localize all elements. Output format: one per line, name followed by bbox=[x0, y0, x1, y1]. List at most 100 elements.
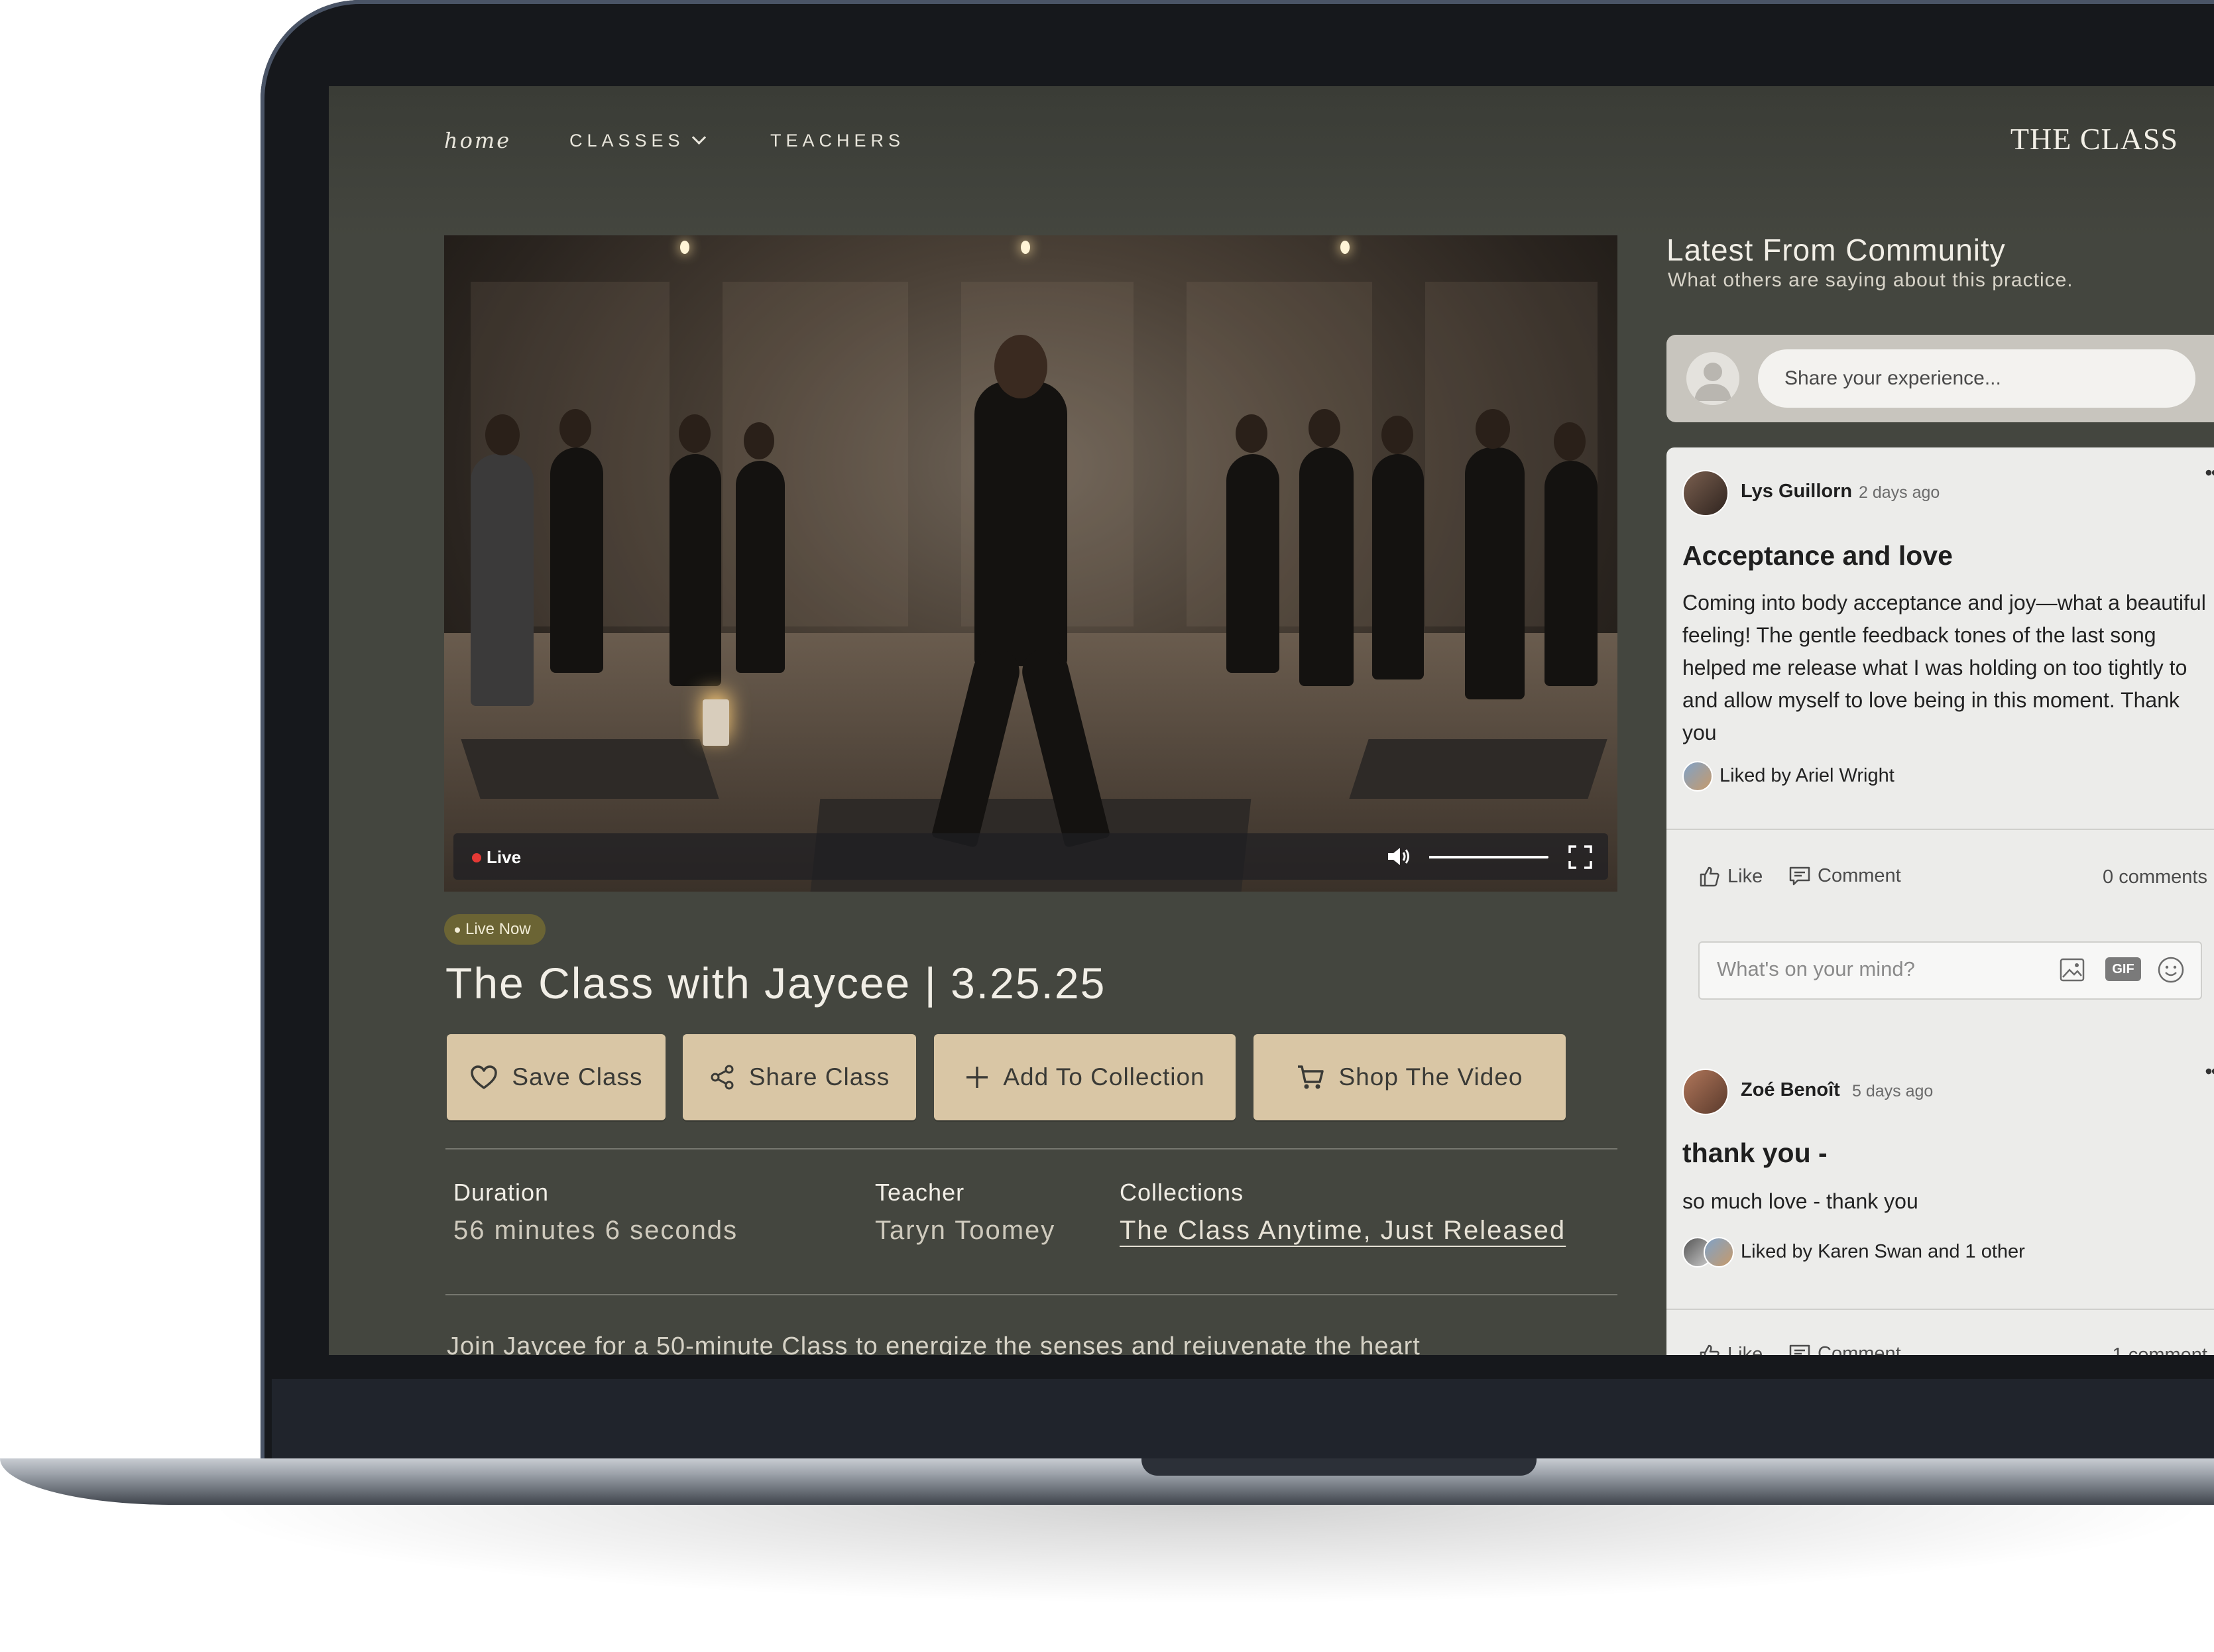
comment-icon bbox=[1789, 866, 1810, 885]
nav-teachers-link[interactable]: TEACHERS bbox=[770, 114, 905, 167]
community-title: Latest From Community bbox=[1666, 233, 2006, 267]
shop-the-video-button[interactable]: Shop The Video bbox=[1253, 1034, 1566, 1120]
candle bbox=[703, 699, 729, 746]
live-dot bbox=[472, 853, 481, 862]
user-placeholder-icon bbox=[1694, 363, 1731, 401]
community-post-card: Lys Guillorn 2 days ago ••• Acceptance a… bbox=[1666, 447, 2214, 1109]
participant-head bbox=[679, 414, 711, 453]
share-class-button[interactable]: Share Class bbox=[683, 1034, 916, 1120]
save-class-button[interactable]: Save Class bbox=[447, 1034, 666, 1120]
ceiling-light bbox=[680, 241, 689, 254]
post-title: Acceptance and love bbox=[1682, 540, 1953, 571]
participant-head bbox=[1476, 409, 1510, 449]
yoga-mat bbox=[461, 739, 719, 799]
liked-by-text: Liked by Karen Swan and 1 other bbox=[1741, 1241, 2025, 1262]
liker-avatar bbox=[1682, 761, 1713, 792]
like-label: Like bbox=[1727, 865, 1763, 887]
participant-figure bbox=[1299, 447, 1354, 686]
participant-figure bbox=[736, 461, 785, 673]
duration-value: 56 minutes 6 seconds bbox=[453, 1216, 738, 1245]
ceiling-light bbox=[1021, 241, 1030, 254]
liked-by-text: Liked by Ariel Wright bbox=[1719, 765, 1894, 786]
laptop-shadow bbox=[199, 1505, 2214, 1604]
comment-icon bbox=[1789, 1344, 1810, 1355]
comment-count[interactable]: 0 comments bbox=[2103, 866, 2207, 888]
gif-button[interactable]: GIF bbox=[2105, 957, 2141, 981]
duration-label: Duration bbox=[453, 1179, 550, 1206]
more-icon[interactable]: ••• bbox=[2205, 1059, 2214, 1084]
comment-button[interactable]: Comment bbox=[1788, 1343, 1901, 1355]
comment-label: Comment bbox=[1818, 1343, 1901, 1355]
laptop-base bbox=[0, 1458, 2214, 1505]
smiley-icon[interactable] bbox=[2157, 956, 2185, 984]
post-time: 2 days ago bbox=[1859, 483, 1940, 502]
laptop-chin bbox=[272, 1379, 2214, 1458]
live-now-badge: Live Now bbox=[444, 914, 546, 945]
participant-figure bbox=[670, 454, 721, 686]
top-nav: home CLASSES TEACHERS THE CLASS bbox=[329, 86, 2214, 239]
post-author[interactable]: Lys Guillorn bbox=[1741, 481, 1852, 502]
teacher-label: Teacher bbox=[875, 1179, 965, 1206]
share-class-label: Share Class bbox=[748, 1063, 890, 1091]
ceiling-light bbox=[1340, 241, 1350, 254]
thumbs-up-icon bbox=[1700, 1344, 1719, 1355]
add-to-collection-button[interactable]: Add To Collection bbox=[934, 1034, 1236, 1120]
liked-by-row: Liked by Ariel Wright bbox=[1682, 759, 1894, 792]
participant-head bbox=[1236, 414, 1267, 453]
share-icon bbox=[711, 1065, 734, 1090]
comment-label: Comment bbox=[1818, 865, 1901, 886]
divider bbox=[445, 1148, 1617, 1150]
user-avatar bbox=[1686, 352, 1739, 405]
share-experience-input[interactable] bbox=[1758, 349, 2195, 408]
like-label: Like bbox=[1727, 1343, 1763, 1356]
nav-home-link[interactable]: home bbox=[444, 114, 511, 167]
add-to-collection-label: Add To Collection bbox=[1003, 1063, 1205, 1091]
post-author[interactable]: Zoé Benoît bbox=[1741, 1079, 1840, 1101]
cart-icon bbox=[1298, 1065, 1324, 1089]
yoga-mat bbox=[1349, 739, 1607, 799]
participant-head bbox=[1381, 416, 1413, 454]
community-subtitle: What others are saying about this practi… bbox=[1668, 269, 2073, 291]
divider bbox=[1666, 829, 2214, 830]
laptop-notch bbox=[1141, 1458, 1537, 1476]
comment-count[interactable]: 1 comment bbox=[2113, 1344, 2207, 1355]
liker-avatar bbox=[1704, 1237, 1734, 1268]
participant-figure bbox=[1226, 454, 1279, 673]
video-player[interactable]: Live bbox=[444, 235, 1617, 892]
liked-by-row: Liked by Karen Swan and 1 other bbox=[1682, 1235, 2025, 1268]
participant-head bbox=[559, 409, 591, 447]
volume-icon[interactable] bbox=[1385, 845, 1412, 868]
teacher-value[interactable]: Taryn Toomey bbox=[875, 1216, 1055, 1246]
post-body: so much love - thank you bbox=[1682, 1189, 1918, 1213]
nav-classes-menu[interactable]: CLASSES bbox=[569, 114, 706, 167]
avatar[interactable] bbox=[1682, 470, 1729, 516]
participant-head bbox=[1309, 409, 1340, 447]
like-button[interactable]: Like bbox=[1698, 865, 1763, 888]
save-class-label: Save Class bbox=[512, 1063, 643, 1091]
instructor-figure bbox=[974, 381, 1067, 666]
participant-head bbox=[1554, 422, 1586, 461]
volume-slider-fill bbox=[1429, 856, 1531, 858]
app-screen: home CLASSES TEACHERS THE CLASS Live Liv… bbox=[329, 86, 2214, 1355]
nav-classes-label: CLASSES bbox=[569, 131, 685, 150]
comment-button[interactable]: Comment bbox=[1788, 865, 1901, 887]
divider bbox=[1666, 1309, 2214, 1310]
like-button[interactable]: Like bbox=[1698, 1343, 1763, 1355]
brand-logo[interactable]: THE CLASS bbox=[2010, 106, 2178, 172]
post-body: Coming into body acceptance and joy—what… bbox=[1682, 591, 2206, 744]
class-description: Join Jaycee for a 50-minute Class to ene… bbox=[447, 1332, 1421, 1355]
divider bbox=[445, 1294, 1617, 1295]
avatar[interactable] bbox=[1682, 1069, 1729, 1115]
reply-input[interactable] bbox=[1700, 943, 2079, 996]
image-icon[interactable] bbox=[2059, 957, 2085, 982]
more-icon[interactable]: ••• bbox=[2205, 461, 2214, 485]
collections-link[interactable]: The Class Anytime, Just Released bbox=[1120, 1216, 1566, 1246]
class-title: The Class with Jaycee | 3.25.25 bbox=[445, 959, 1106, 1008]
share-experience-bar bbox=[1666, 335, 2214, 422]
video-controls: Live bbox=[453, 833, 1608, 880]
fullscreen-icon[interactable] bbox=[1568, 845, 1592, 869]
participant-figure bbox=[1372, 454, 1424, 679]
participant-figure bbox=[471, 454, 534, 706]
volume-slider[interactable] bbox=[1429, 856, 1548, 858]
participant-head bbox=[485, 414, 520, 455]
